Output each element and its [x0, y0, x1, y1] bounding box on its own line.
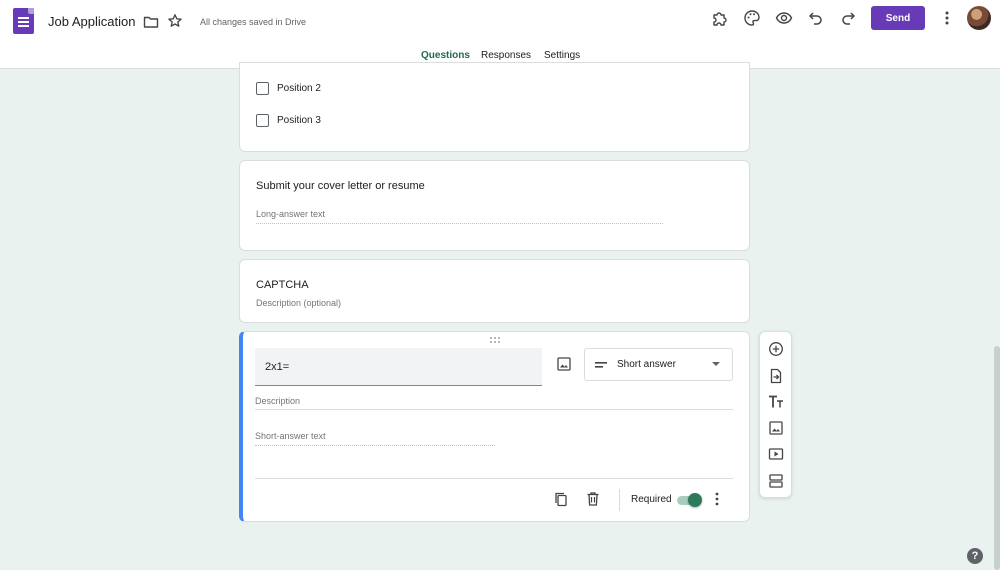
footer-separator: [619, 489, 620, 511]
floating-toolbar: [759, 331, 792, 498]
forms-logo-icon[interactable]: [13, 8, 34, 34]
duplicate-icon[interactable]: [553, 491, 569, 507]
add-section-icon[interactable]: [768, 473, 784, 489]
redo-icon[interactable]: [839, 9, 857, 27]
app-header: Job Application All changes saved in Dri…: [0, 0, 1000, 69]
more-vert-icon[interactable]: [939, 9, 955, 27]
add-title-icon[interactable]: [768, 394, 784, 410]
short-answer-icon: [595, 362, 607, 368]
answer-hint: Short-answer text: [255, 431, 326, 441]
tab-settings[interactable]: Settings: [544, 50, 580, 61]
save-status: All changes saved in Drive: [200, 17, 307, 27]
question-title: Submit your cover letter or resume: [256, 180, 425, 192]
description-underline: [255, 409, 733, 410]
checkbox[interactable]: [256, 114, 269, 127]
section-description[interactable]: Description (optional): [256, 298, 341, 308]
answer-underline: [256, 223, 663, 224]
checkbox[interactable]: [256, 82, 269, 95]
required-toggle[interactable]: [677, 493, 702, 507]
positions-question-card[interactable]: Position 2 Position 3: [239, 62, 750, 152]
add-video-icon[interactable]: [768, 446, 784, 462]
question-type-label: Short answer: [617, 359, 676, 370]
import-questions-icon[interactable]: [768, 368, 784, 384]
chevron-down-icon: [712, 362, 720, 366]
answer-underline: [255, 445, 495, 446]
cover-letter-question-card[interactable]: Submit your cover letter or resume Long-…: [239, 160, 750, 251]
add-question-icon[interactable]: [768, 341, 784, 357]
add-image-icon[interactable]: [556, 356, 572, 372]
undo-icon[interactable]: [807, 9, 825, 27]
addon-icon[interactable]: [711, 9, 729, 27]
question-type-dropdown[interactable]: Short answer: [584, 348, 733, 381]
preview-icon[interactable]: [775, 9, 793, 27]
drag-handle-icon[interactable]: [488, 336, 502, 344]
delete-icon[interactable]: [585, 491, 601, 507]
checkbox-label: Position 2: [277, 83, 321, 94]
form-title[interactable]: Job Application: [48, 14, 135, 29]
required-label: Required: [631, 494, 672, 505]
checkbox-option[interactable]: Position 3: [256, 114, 321, 127]
description-placeholder[interactable]: Description: [255, 396, 300, 406]
palette-icon[interactable]: [743, 9, 761, 27]
captcha-section-card[interactable]: CAPTCHA Description (optional): [239, 259, 750, 323]
active-question-card[interactable]: Short answer Description Short-answer te…: [239, 331, 750, 522]
folder-icon[interactable]: [143, 14, 159, 30]
checkbox-label: Position 3: [277, 115, 321, 126]
scrollbar[interactable]: [994, 346, 1000, 570]
question-title-input[interactable]: [255, 348, 542, 386]
tab-responses[interactable]: Responses: [481, 50, 531, 61]
footer-divider: [255, 478, 733, 479]
send-button[interactable]: Send: [871, 6, 925, 30]
checkbox-option[interactable]: Position 2: [256, 82, 321, 95]
star-icon[interactable]: [167, 13, 183, 29]
tab-questions[interactable]: Questions: [421, 50, 470, 61]
add-image-icon[interactable]: [768, 420, 784, 436]
avatar[interactable]: [967, 6, 991, 30]
section-title[interactable]: CAPTCHA: [256, 279, 309, 291]
more-vert-icon[interactable]: [712, 491, 722, 507]
help-icon[interactable]: ?: [967, 548, 983, 564]
answer-hint: Long-answer text: [256, 209, 326, 219]
